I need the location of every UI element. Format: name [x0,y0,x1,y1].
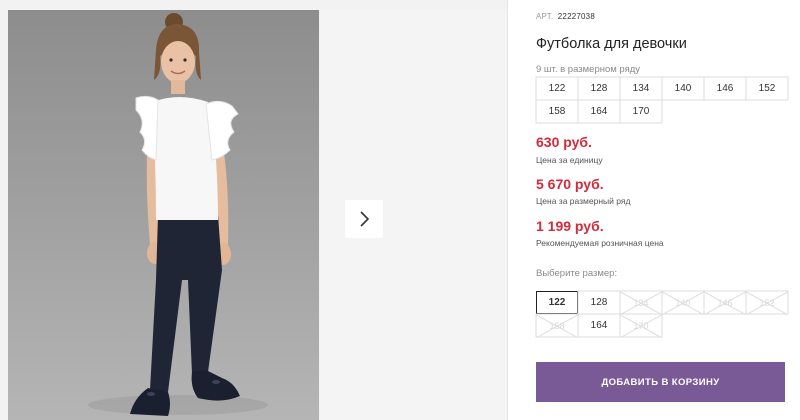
pack-size-cell: 170 [620,100,662,123]
size-option-label: 164 [590,320,608,331]
gallery-next-button[interactable] [345,200,383,238]
size-option-label: 128 [590,297,608,308]
size-option-unavailable: 158 [536,314,578,337]
add-to-cart-button[interactable]: ДОБАВИТЬ В КОРЗИНУ [536,362,785,402]
size-option-label: 146 [717,297,733,308]
size-option-unavailable: 140 [662,291,704,314]
retail-price-label: Рекомендуемая розничная цена [536,238,664,248]
pack-size-cell: 158 [536,100,578,123]
size-option-label: 122 [548,297,566,308]
size-option[interactable]: 164 [578,314,620,337]
size-option-label: 140 [675,297,691,308]
pack-size-cell: 134 [620,77,662,100]
size-option[interactable]: 128 [578,291,620,314]
retail-price: 1 199 руб. [536,218,604,234]
size-option-label: 170 [633,320,649,331]
product-gallery [0,0,507,420]
girl-photo-illustration [88,13,268,416]
size-option-label: 158 [549,320,565,331]
pack-price: 5 670 руб. [536,176,604,192]
unit-price: 630 руб. [536,134,592,150]
pack-size-cell: 164 [578,100,620,123]
panel-divider [507,0,508,420]
product-info: АРТ. 22227038 Футболка для девочки 9 шт.… [536,0,800,420]
size-selector-label: Выберите размер: [536,268,618,279]
article-number: 22227038 [557,12,595,21]
size-option-unavailable: 170 [620,314,662,337]
chevron-right-icon [360,211,370,227]
unit-price-label: Цена за единицу [536,155,603,165]
pack-label: 9 шт. в размерном ряду [536,64,641,75]
pack-size-cell: 140 [662,77,704,100]
pack-size-cell: 122 [536,77,578,100]
article-row: АРТ. 22227038 [536,12,595,21]
product-photo[interactable] [8,10,319,420]
size-option-unavailable: 146 [704,291,746,314]
pack-size-cell: 152 [746,77,788,100]
size-option-label: 152 [759,297,775,308]
size-option-label: 134 [633,297,649,308]
article-label: АРТ. [536,12,554,21]
pack-size-cell: 128 [578,77,620,100]
product-title: Футболка для девочки [536,36,687,52]
pack-size-cell: 146 [704,77,746,100]
pack-size-grid: 122 128 134 140 146 152 158 164 170 [536,77,788,123]
size-selector-grid: 122 128 134 140 146 152 158 164 170 [536,291,788,337]
pack-price-label: Цена за размерный ряд [536,196,631,206]
size-option-unavailable: 134 [620,291,662,314]
size-option[interactable]: 122 [536,291,578,314]
size-option-unavailable: 152 [746,291,788,314]
